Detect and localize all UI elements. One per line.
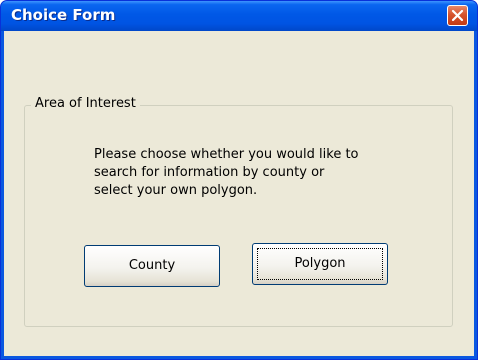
close-icon [451,9,464,22]
polygon-button-label: Polygon [294,256,346,271]
polygon-button[interactable]: Polygon [252,243,388,285]
title-bar[interactable]: Choice Form [1,1,477,31]
message-line: select your own polygon. [94,183,258,198]
area-of-interest-groupbox [24,105,453,327]
message-line: Please choose whether you would like to [94,147,359,162]
instruction-message: Please choose whether you would like to … [94,146,394,200]
county-button[interactable]: County [84,245,220,287]
dialog-client-area: Area of Interest Please choose whether y… [4,31,474,356]
window-title: Choice Form [11,6,116,24]
choice-form-window: Choice Form Area of Interest Please choo… [0,0,478,360]
groupbox-legend: Area of Interest [31,95,140,113]
county-button-label: County [128,258,176,273]
close-button[interactable] [447,5,468,26]
message-line: search for information by county or [94,165,325,180]
